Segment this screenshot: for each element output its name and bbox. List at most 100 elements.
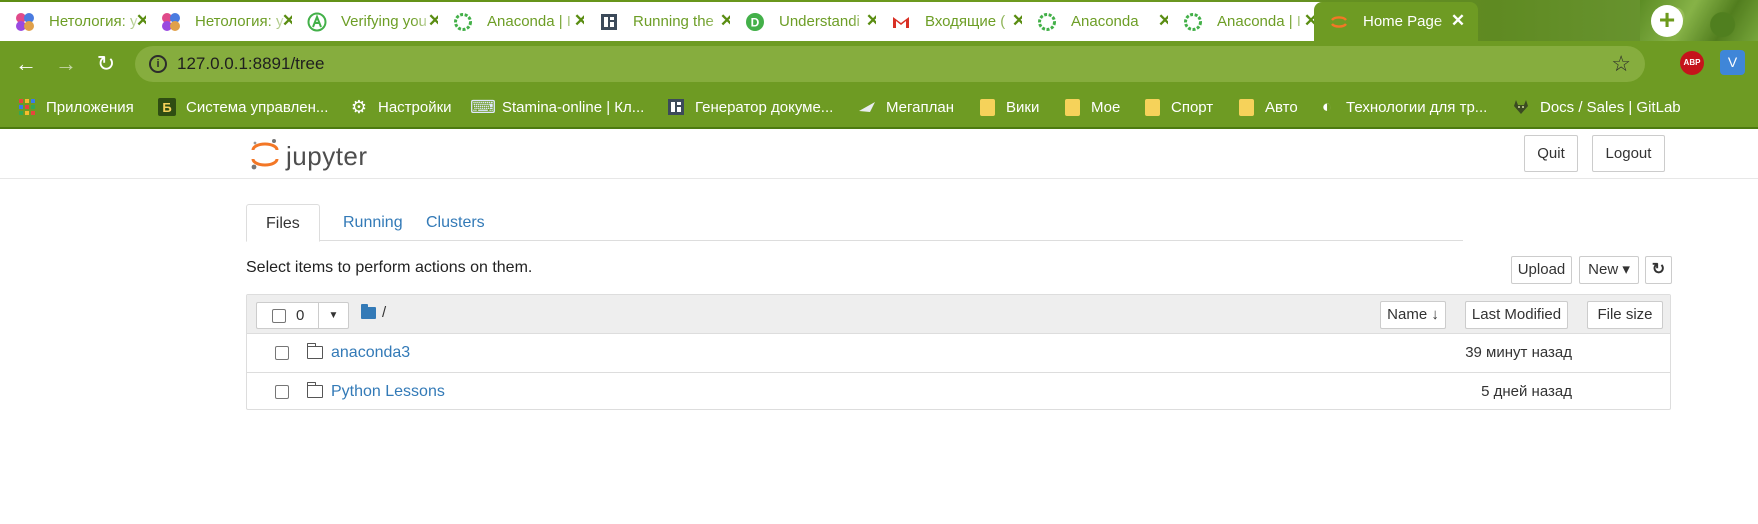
jupyter-logo-text: jupyter <box>286 140 368 171</box>
folder-icon <box>978 98 996 116</box>
document-icon <box>598 11 620 33</box>
item-modified: 39 минут назад <box>1465 344 1572 361</box>
reload-icon[interactable]: ↻ <box>92 50 120 78</box>
tab-title: Нетология: у <box>195 13 284 30</box>
netology-icon <box>14 11 36 33</box>
extension-v-icon[interactable]: V <box>1720 50 1745 75</box>
bookmark-item[interactable]: Авто <box>1237 95 1298 119</box>
folder-icon <box>1237 98 1255 116</box>
folder-icon <box>1143 98 1161 116</box>
anaconda-ring-icon <box>1036 11 1058 33</box>
gitlab-icon <box>1512 98 1530 116</box>
jupyter-logo[interactable]: jupyter <box>250 137 368 176</box>
breadcrumb[interactable]: / <box>382 304 386 321</box>
tab-files[interactable]: Files <box>246 204 320 242</box>
bookmark-item[interactable]: ⚙ Настройки <box>350 95 452 119</box>
globe-icon: ◐ <box>1321 97 1333 116</box>
new-tab-button[interactable]: + <box>1651 5 1683 37</box>
upload-button[interactable]: Upload <box>1511 256 1572 284</box>
gear-icon: ⚙ <box>350 96 368 117</box>
tab-title: Home Page <box>1363 13 1443 30</box>
selected-count: 0 <box>296 307 305 324</box>
bookmark-label: Приложения <box>46 98 134 116</box>
bookmark-item[interactable]: Docs / Sales | GitLab <box>1512 95 1681 119</box>
bookmark-item[interactable]: Мегаплан <box>858 95 954 119</box>
bookmark-label: Мегаплан <box>886 98 954 116</box>
bookmark-label: Вики <box>1006 98 1040 116</box>
browser-tab-active[interactable]: Home Page ✕ <box>1314 2 1478 41</box>
address-bar[interactable]: i 127.0.0.1:8891/tree ☆ <box>135 46 1645 82</box>
bookmarks-bar: Приложения Б Система управлен... ⚙ Настр… <box>0 87 1758 127</box>
apps-grid-icon <box>18 98 36 116</box>
browser-toolbar: ← → ↻ i 127.0.0.1:8891/tree ☆ ABP V <box>0 41 1758 87</box>
document-icon <box>667 98 685 116</box>
anaconda-a-icon <box>306 11 328 33</box>
jupyter-icon <box>1328 11 1350 33</box>
jupyter-header: jupyter Quit Logout <box>0 129 1758 179</box>
selection-hint: Select items to perform actions on them. <box>246 259 533 276</box>
select-all-checkbox[interactable] <box>272 309 286 323</box>
folder-icon[interactable] <box>361 304 376 319</box>
bookmark-item[interactable]: ⌨ Stamina-online | Кл... <box>470 95 644 119</box>
d-circle-icon: D <box>744 11 766 33</box>
browser-tab[interactable]: Нетология: у ✕ <box>146 2 310 41</box>
chevron-down-icon[interactable]: ▼ <box>318 303 348 328</box>
adblock-icon[interactable]: ABP <box>1680 51 1704 75</box>
back-icon[interactable]: ← <box>12 50 40 78</box>
tab-clusters[interactable]: Clusters <box>407 204 504 241</box>
tab-title: Anaconda | I <box>487 13 571 30</box>
logout-button[interactable]: Logout <box>1592 135 1665 172</box>
bookmark-apps[interactable]: Приложения <box>18 95 134 119</box>
sort-size-button[interactable]: File size <box>1587 301 1663 329</box>
url-text[interactable]: 127.0.0.1:8891/tree <box>177 54 324 74</box>
item-link[interactable]: anaconda3 <box>331 344 410 362</box>
sort-modified-button[interactable]: Last Modified <box>1465 301 1568 329</box>
close-icon[interactable]: ✕ <box>1448 11 1468 31</box>
jupyter-logo-icon <box>250 137 280 176</box>
folder-icon <box>306 382 323 398</box>
bookmark-label: Технологии для тр... <box>1346 98 1488 116</box>
bookmark-item[interactable]: Генератор докуме... <box>667 95 833 119</box>
select-all-control[interactable]: 0 ▼ <box>256 302 349 329</box>
quit-button[interactable]: Quit <box>1524 135 1578 172</box>
bookmark-item[interactable]: Мое <box>1063 95 1120 119</box>
list-item: Python Lessons 5 дней назад <box>247 372 1670 410</box>
bookmark-label: Спорт <box>1171 98 1214 116</box>
item-checkbox[interactable] <box>275 385 289 399</box>
file-list-header: 0 ▼ / Name ↓ Last Modified File size <box>247 295 1670 334</box>
tab-title: Running the <box>633 13 714 30</box>
bookmark-label: Docs / Sales | GitLab <box>1540 98 1681 116</box>
bookmark-item[interactable]: Б Система управлен... <box>158 95 328 119</box>
bookmark-label: Авто <box>1265 98 1298 116</box>
bookmark-label: Настройки <box>378 98 452 116</box>
bookmark-label: Мое <box>1091 98 1121 116</box>
tab-title: Understandi <box>779 13 860 30</box>
browser-tab[interactable]: Нетология: у ✕ <box>0 2 164 41</box>
bookmark-label: Система управлен... <box>186 98 329 116</box>
bookmark-item[interactable]: ◐ Технологии для тр... <box>1318 95 1487 119</box>
bookmark-item[interactable]: Спорт <box>1143 95 1213 119</box>
anaconda-ring-icon <box>452 11 474 33</box>
folder-icon <box>306 343 323 359</box>
site-info-icon[interactable]: i <box>149 55 167 73</box>
browser-tab[interactable]: Anaconda | I ✕ <box>1168 2 1332 41</box>
refresh-icon[interactable]: ↻ <box>1645 256 1672 284</box>
tab-title: Входящие ( <box>925 13 1006 30</box>
bookmark-star-icon[interactable]: ☆ <box>1611 51 1631 77</box>
item-checkbox[interactable] <box>275 346 289 360</box>
sort-name-button[interactable]: Name ↓ <box>1380 301 1446 329</box>
tab-strip: Нетология: у ✕ Нетология: у ✕ Verifying … <box>0 0 1758 41</box>
folder-icon <box>1063 98 1081 116</box>
browser-tab[interactable]: Verifying you ✕ <box>292 2 456 41</box>
forward-icon[interactable]: → <box>52 50 80 78</box>
browser-tab[interactable]: D Understandi ✕ <box>730 2 894 41</box>
new-dropdown-button[interactable]: New ▾ <box>1579 256 1639 284</box>
bookmark-item[interactable]: Вики <box>978 95 1039 119</box>
browser-chrome: Нетология: у ✕ Нетология: у ✕ Verifying … <box>0 0 1758 129</box>
browser-tab[interactable]: Running the ✕ <box>584 2 748 41</box>
anaconda-ring-icon <box>1182 11 1204 33</box>
browser-tab[interactable]: Anaconda ✕ <box>1022 2 1186 41</box>
item-link[interactable]: Python Lessons <box>331 383 445 401</box>
browser-tab[interactable]: Anaconda | I ✕ <box>438 2 602 41</box>
browser-tab[interactable]: Входящие ( ✕ <box>876 2 1040 41</box>
